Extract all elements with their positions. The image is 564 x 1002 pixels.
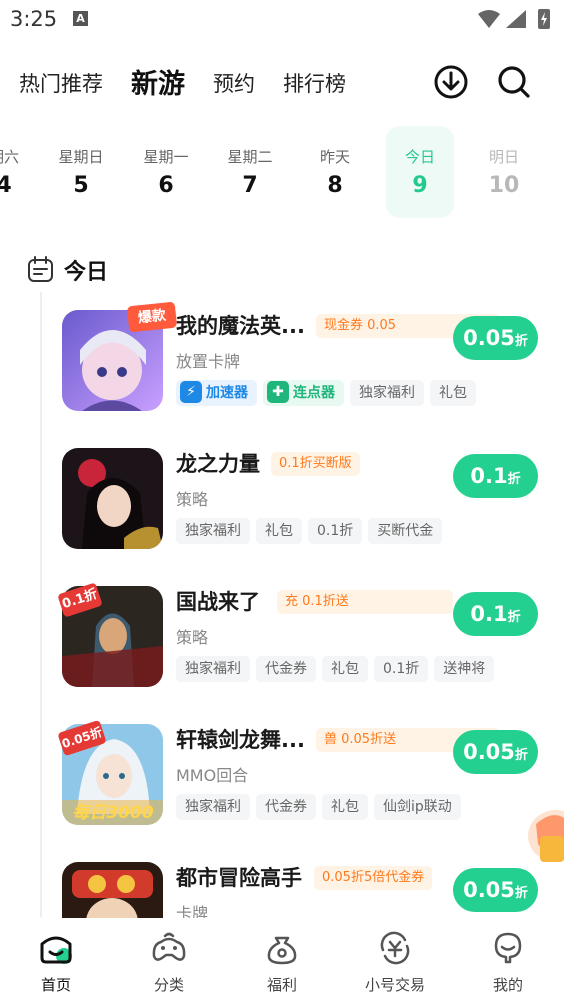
date-item[interactable]: 星期日 5 (47, 126, 115, 218)
gift-bag-icon (267, 936, 297, 965)
game-icon (62, 448, 163, 549)
date-strip: 期六4 星期日5 星期一6 星期二7 昨天8 今日9 明日10 (0, 126, 564, 218)
hot-badge: 爆款 (126, 301, 178, 333)
game-category: 卡牌 (176, 904, 209, 918)
lightning-icon: ⚡ (180, 381, 202, 403)
tag: 代金券 (256, 794, 316, 820)
discount-button[interactable]: 0.05折 (453, 730, 538, 774)
tag: 礼包 (322, 656, 368, 682)
game-name: 国战来了 (176, 590, 260, 614)
game-item[interactable]: 龙之力量 0.1折买断版 策略 独家福利 礼包 0.1折 买断代金 0.1折 (62, 448, 552, 558)
tab-hot[interactable]: 热门推荐 (19, 68, 103, 98)
tag: 独家福利 (176, 794, 250, 820)
discount-button[interactable]: 0.05折 (453, 868, 538, 912)
signal-battery-icons (478, 9, 550, 29)
timeline-line (40, 292, 42, 917)
discount-button[interactable]: 0.1折 (453, 454, 538, 498)
date-item[interactable]: 昨天 8 (301, 126, 369, 218)
tag-list: 独家福利 代金券 礼包 仙剑ip联动 (176, 794, 467, 820)
gamepad-icon (152, 932, 186, 961)
discount-button[interactable]: 0.05折 (453, 316, 538, 360)
discount-button[interactable]: 0.1折 (453, 592, 538, 636)
tag: 0.1折 (308, 518, 363, 544)
game-item[interactable]: 爆款 我的魔法英... 现金券 0.05 放置卡牌 ⚡ 加速器 ✚ 连点器 独家福利 礼包… (62, 301, 552, 420)
tag: 0.1折 (374, 656, 429, 682)
autoclicker-tag: ✚ 连点器 (263, 380, 344, 406)
tag: 礼包 (256, 518, 302, 544)
section-title: 今日 (64, 260, 109, 285)
date-item[interactable]: 星期二 7 (216, 126, 284, 218)
promo-tag: 0.05折5倍代金券 (314, 866, 433, 890)
date-item[interactable]: 星期一 6 (132, 126, 200, 218)
tag: 仙剑ip联动 (374, 794, 461, 820)
tag: 送神将 (434, 656, 495, 682)
bottom-nav-profile[interactable]: 我的 (452, 918, 564, 1002)
icon-caption: 每日3000 (72, 803, 154, 823)
bottom-nav: 首页 分类 福利 小号交易 我的 (0, 918, 564, 1002)
search-icon[interactable] (496, 64, 532, 100)
game-category: MMO回合 (176, 766, 249, 785)
floating-gift-icon[interactable] (516, 796, 564, 868)
tab-ranking[interactable]: 排行榜 (283, 68, 346, 98)
gamepad-icon: ✚ (267, 381, 289, 403)
tag: 礼包 (322, 794, 368, 820)
profile-icon (494, 932, 522, 964)
home-icon (40, 936, 72, 964)
top-nav: 热门推荐 新游 预约 排行榜 (0, 56, 564, 108)
trade-icon (380, 931, 410, 965)
tag: 礼包 (430, 380, 476, 406)
tag-list: 独家福利 代金券 礼包 0.1折 送神将 (176, 656, 500, 682)
game-item[interactable]: 0.05折 每日3000 轩辕剑龙舞... 兽 0.05折送 MMO回合 独家福… (57, 719, 552, 834)
bottom-nav-category[interactable]: 分类 (113, 918, 225, 1002)
bottom-nav-trade[interactable]: 小号交易 (339, 918, 451, 1002)
tag: 买断代金 (368, 518, 443, 544)
date-item-today[interactable]: 今日 9 (386, 126, 454, 218)
date-item[interactable]: 明日 10 (470, 126, 538, 218)
game-category: 放置卡牌 (176, 352, 241, 371)
game-icon (62, 862, 163, 918)
tag: 代金券 (256, 656, 316, 682)
game-name: 都市冒险高手 (176, 866, 302, 890)
status-bar: 3:25 A (0, 0, 564, 38)
tag: 独家福利 (176, 656, 250, 682)
tag: 独家福利 (350, 380, 424, 406)
accelerator-tag: ⚡ 加速器 (176, 380, 257, 406)
tag-list: 独家福利 礼包 0.1折 买断代金 (176, 518, 448, 544)
date-item[interactable]: 期六4 (0, 126, 38, 218)
bottom-nav-welfare[interactable]: 福利 (226, 918, 338, 1002)
game-name: 轩辕剑龙舞... (176, 728, 305, 752)
game-category: 策略 (176, 490, 209, 509)
download-circle-icon[interactable] (433, 64, 469, 100)
status-time: 3:25 (10, 7, 58, 31)
notification-icon: A (73, 11, 88, 26)
game-item[interactable]: 0.1折 国战来了 充 0.1折送 策略 独家福利 代金券 礼包 0.1折 送神将 0.… (57, 582, 552, 696)
tag-list: ⚡ 加速器 ✚ 连点器 独家福利 礼包 (176, 380, 482, 406)
promo-tag: 充 0.1折送 (277, 590, 453, 614)
tab-new-games[interactable]: 新游 (131, 62, 185, 101)
bottom-nav-home[interactable]: 首页 (0, 918, 112, 1002)
game-item[interactable]: 都市冒险高手 0.05折5倍代金券 卡牌 0.05折 (62, 862, 552, 918)
calendar-icon (28, 256, 53, 282)
tag: 独家福利 (176, 518, 250, 544)
promo-tag: 0.1折买断版 (271, 452, 360, 476)
tab-reserve[interactable]: 预约 (213, 68, 255, 98)
game-category: 策略 (176, 628, 209, 647)
game-name: 龙之力量 (176, 452, 260, 476)
game-name: 我的魔法英... (176, 314, 305, 338)
